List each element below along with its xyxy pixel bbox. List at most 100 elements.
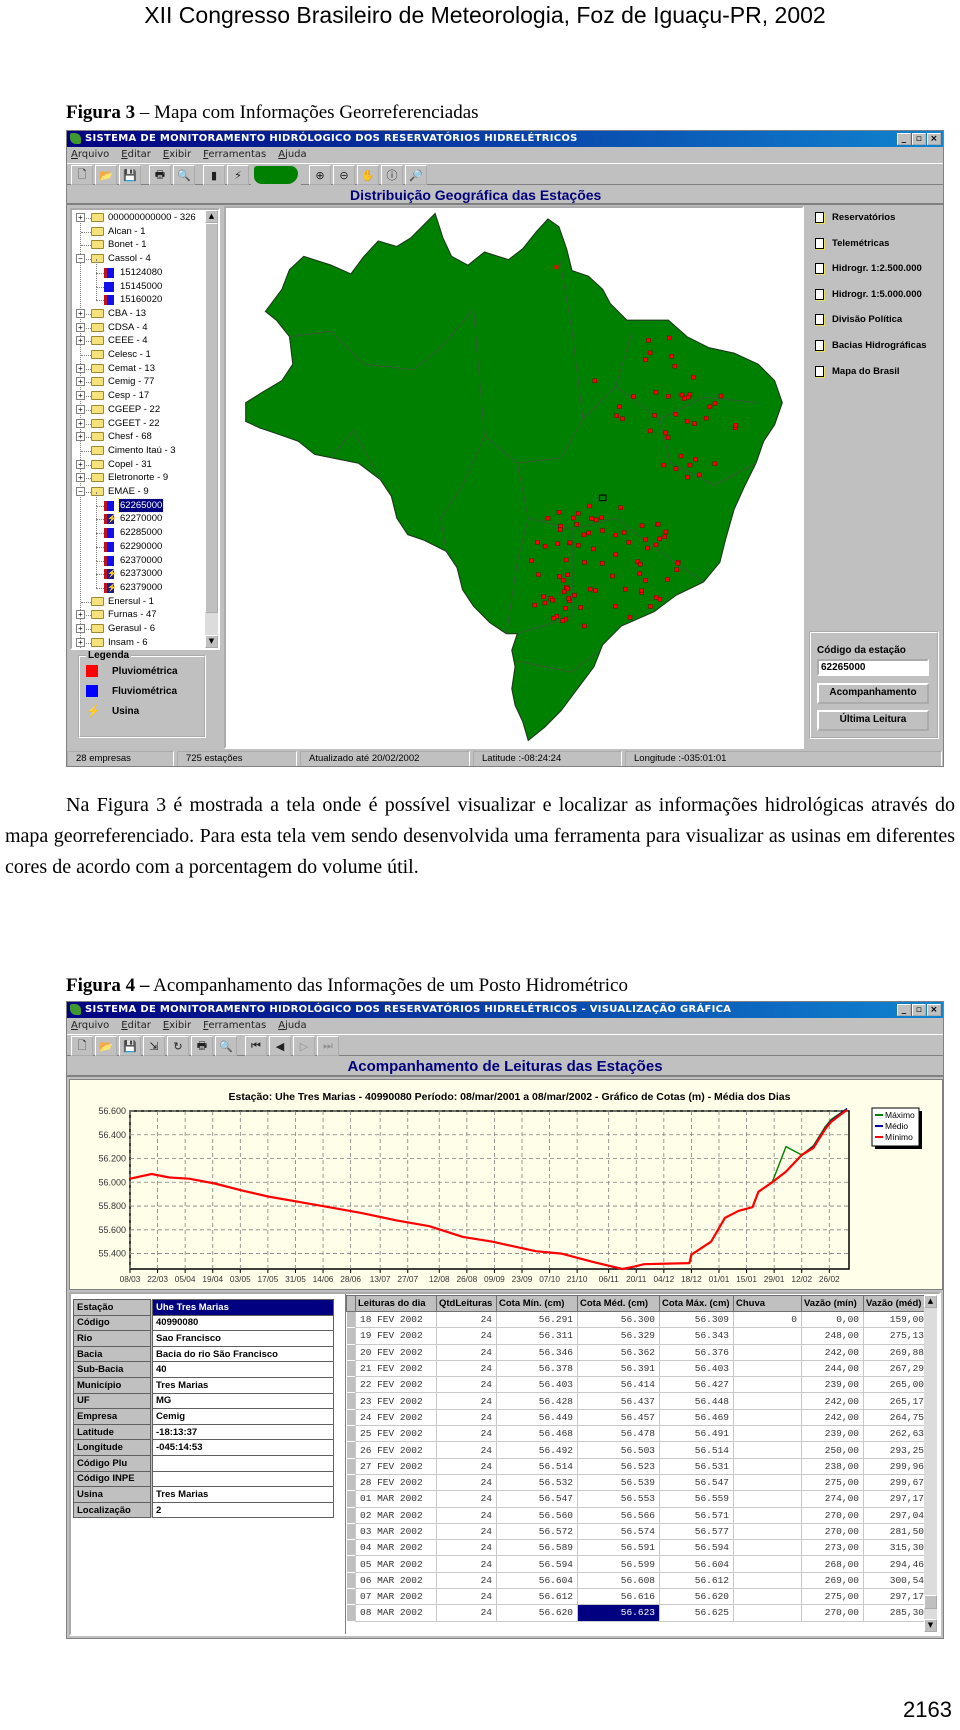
table-cell[interactable]: 24 FEV 2002 bbox=[355, 1408, 437, 1427]
table-cell[interactable]: 24 bbox=[436, 1473, 497, 1492]
pan-hand-button[interactable]: ✋ bbox=[357, 165, 379, 185]
table-cell[interactable]: 293,25 bbox=[863, 1441, 929, 1459]
save-button[interactable]: 💾 bbox=[119, 1036, 141, 1056]
table-cell[interactable]: 56.566 bbox=[577, 1506, 660, 1524]
info-row[interactable]: UF MG bbox=[73, 1392, 334, 1410]
tree-company-item[interactable]: + CEEE - 4 bbox=[72, 334, 205, 348]
row-indicator[interactable] bbox=[346, 1408, 356, 1427]
table-cell[interactable]: 56.514 bbox=[659, 1441, 734, 1459]
table-cell[interactable] bbox=[733, 1359, 802, 1378]
table-cell[interactable]: 0,00 bbox=[801, 1310, 864, 1329]
table-cell[interactable]: 242,00 bbox=[801, 1343, 864, 1361]
expand-icon[interactable]: + bbox=[76, 322, 85, 332]
collapse-icon[interactable]: − bbox=[76, 487, 85, 496]
table-cell[interactable] bbox=[733, 1522, 802, 1541]
last-record-button[interactable]: ⏭ bbox=[317, 1036, 339, 1056]
tree-company-item[interactable]: − Cassol - 4 bbox=[72, 252, 205, 266]
column-header[interactable]: Vazão (mín) bbox=[801, 1295, 864, 1312]
menu-editar[interactable]: Editar bbox=[121, 1018, 151, 1034]
table-cell[interactable]: 267,29 bbox=[863, 1359, 929, 1378]
new-file-button[interactable]: 🗋 bbox=[71, 1036, 93, 1056]
expand-icon[interactable]: + bbox=[76, 308, 85, 318]
table-row[interactable]: 02 MAR 2002 24 56.560 56.566 56.571 270,00 297… bbox=[346, 1506, 929, 1524]
follow-up-button[interactable]: Acompanhamento bbox=[817, 683, 929, 704]
info-value[interactable]: Tres Marias bbox=[151, 1486, 334, 1503]
minimize-button[interactable]: _ bbox=[897, 133, 911, 145]
table-cell[interactable] bbox=[733, 1588, 802, 1606]
menu-arquivo[interactable]: Arquivo bbox=[71, 147, 109, 163]
table-cell[interactable]: 24 bbox=[436, 1392, 497, 1410]
table-cell[interactable]: 24 bbox=[436, 1555, 497, 1573]
table-cell[interactable]: 244,00 bbox=[801, 1359, 864, 1378]
table-cell[interactable]: 275,13 bbox=[863, 1327, 929, 1345]
table-cell[interactable]: 24 bbox=[436, 1539, 497, 1557]
table-cell[interactable]: 56.311 bbox=[496, 1327, 578, 1345]
tree-company-item[interactable]: Enersul - 1 bbox=[72, 595, 205, 609]
info-row[interactable]: Rio Sao Francisco bbox=[73, 1330, 334, 1347]
column-header[interactable]: Cota Máx. (cm) bbox=[659, 1295, 734, 1312]
menu-editar[interactable]: Editar bbox=[121, 147, 151, 163]
info-value[interactable]: Sao Francisco bbox=[151, 1330, 334, 1347]
table-row[interactable]: 24 FEV 2002 24 56.449 56.457 56.469 242,00 264… bbox=[346, 1408, 929, 1427]
table-cell[interactable]: 274,00 bbox=[801, 1490, 864, 1508]
layer-item[interactable]: Reservatórios bbox=[815, 212, 895, 223]
info-value[interactable]: 40 bbox=[151, 1361, 334, 1378]
table-cell[interactable]: 56.594 bbox=[659, 1539, 734, 1557]
brazil-map[interactable] bbox=[226, 208, 802, 747]
table-cell[interactable]: 238,00 bbox=[801, 1457, 864, 1475]
table-cell[interactable] bbox=[733, 1392, 802, 1410]
table-row[interactable]: 05 MAR 2002 24 56.594 56.599 56.604 268,00 294… bbox=[346, 1555, 929, 1573]
tree-station-item[interactable]: 15124080 bbox=[72, 258, 205, 280]
table-cell[interactable] bbox=[733, 1327, 802, 1345]
table-cell[interactable]: 56.539 bbox=[577, 1473, 660, 1492]
table-cell[interactable]: 56.553 bbox=[577, 1490, 660, 1508]
chart-button[interactable]: ▮ bbox=[203, 165, 225, 185]
row-indicator[interactable] bbox=[346, 1490, 356, 1508]
row-indicator[interactable] bbox=[346, 1604, 356, 1622]
first-record-button[interactable]: ⏮ bbox=[245, 1036, 267, 1056]
expand-icon[interactable]: + bbox=[76, 377, 85, 387]
table-row[interactable]: 01 MAR 2002 24 56.547 56.553 56.559 274,00 297… bbox=[346, 1490, 929, 1508]
table-cell[interactable]: 264,75 bbox=[863, 1408, 929, 1427]
expand-icon[interactable]: + bbox=[76, 418, 85, 428]
scroll-down-icon[interactable]: ▼ bbox=[205, 635, 218, 648]
table-cell[interactable]: 270,00 bbox=[801, 1506, 864, 1524]
table-cell[interactable] bbox=[733, 1425, 802, 1443]
table-cell[interactable]: 24 bbox=[436, 1490, 497, 1508]
row-indicator[interactable] bbox=[346, 1327, 356, 1345]
table-cell[interactable] bbox=[733, 1343, 802, 1361]
maximize-button[interactable]: ▫ bbox=[912, 133, 926, 145]
table-cell[interactable]: 56.449 bbox=[496, 1408, 578, 1427]
row-indicator[interactable] bbox=[346, 1310, 356, 1329]
table-cell[interactable]: 56.612 bbox=[659, 1571, 734, 1590]
table-row[interactable]: 22 FEV 2002 24 56.403 56.414 56.427 239,00 265… bbox=[346, 1376, 929, 1394]
table-cell[interactable]: 56.391 bbox=[577, 1359, 660, 1378]
station-tree[interactable]: +000000000000 - 326 Alcan - 1 Bonet - 1− Ca… bbox=[70, 208, 220, 650]
table-cell[interactable]: 56.291 bbox=[496, 1310, 578, 1329]
table-cell[interactable]: 56.492 bbox=[496, 1441, 578, 1459]
table-cell[interactable]: 262,63 bbox=[863, 1425, 929, 1443]
info-row[interactable]: Código 40990080 bbox=[73, 1314, 334, 1332]
table-cell[interactable]: 56.547 bbox=[496, 1490, 578, 1508]
table-cell[interactable]: 275,00 bbox=[801, 1473, 864, 1492]
find-button[interactable]: 🔎 bbox=[405, 165, 427, 185]
scroll-up-icon[interactable]: ▲ bbox=[924, 1295, 937, 1308]
table-row[interactable]: 04 MAR 2002 24 56.589 56.591 56.594 273,00 315… bbox=[346, 1539, 929, 1557]
table-cell[interactable]: 300,54 bbox=[863, 1571, 929, 1590]
table-cell[interactable]: 270,00 bbox=[801, 1604, 864, 1622]
table-cell[interactable]: 24 bbox=[436, 1359, 497, 1378]
tree-company-item[interactable]: + CGEET - 22 bbox=[72, 417, 205, 431]
layer-item[interactable]: Bacias Hidrográficas bbox=[815, 340, 927, 351]
station-code-input[interactable] bbox=[817, 659, 929, 676]
info-row[interactable]: Empresa Cemig bbox=[73, 1408, 334, 1425]
tree-company-item[interactable]: + CDSA - 4 bbox=[72, 321, 205, 335]
tree-company-item[interactable]: + Copel - 31 bbox=[72, 458, 205, 472]
table-cell[interactable]: 250,00 bbox=[801, 1441, 864, 1459]
table-cell[interactable]: 56.604 bbox=[496, 1571, 578, 1590]
close-button[interactable]: × bbox=[927, 1004, 941, 1016]
layer-item[interactable]: Divisão Política bbox=[815, 314, 902, 326]
table-cell[interactable]: 24 bbox=[436, 1571, 497, 1590]
table-cell[interactable]: 04 MAR 2002 bbox=[355, 1539, 437, 1557]
readings-table[interactable]: Leituras do dia QtdLeituras Cota Mín. (cm)… bbox=[346, 1295, 929, 1622]
new-file-button[interactable]: 🗋 bbox=[71, 165, 93, 185]
